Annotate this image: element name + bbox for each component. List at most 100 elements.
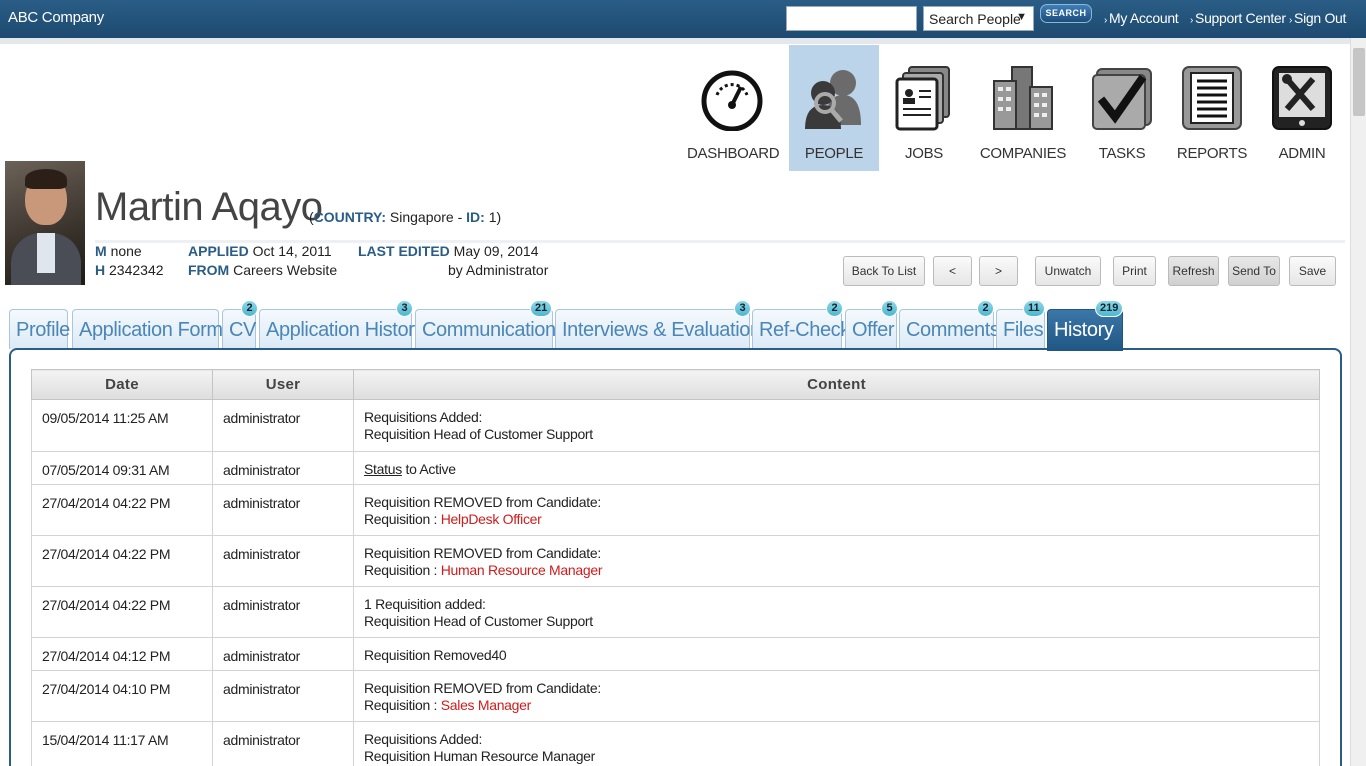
module-companies[interactable]: COMPANIES — [978, 45, 1068, 171]
sign-out-label: Sign Out — [1294, 10, 1347, 26]
tab-application-history[interactable]: Application History — [259, 309, 424, 349]
cell-date: 27/04/2014 04:12 PM — [31, 637, 213, 671]
id-label: ID: — [466, 209, 485, 225]
module-label: DASHBOARD — [687, 145, 780, 162]
cell-content: 1 Requisition added: Requisition Head of … — [353, 586, 1320, 638]
print-button[interactable]: Print — [1113, 256, 1156, 286]
content-line: Requisitions Added: — [364, 731, 483, 747]
requisition-link[interactable]: Sales Manager — [441, 697, 532, 713]
table-row: 07/05/2014 09:31 AM administrator Status… — [31, 451, 1320, 485]
status-field-link[interactable]: Status — [364, 461, 402, 477]
module-admin[interactable]: ADMIN — [1257, 45, 1347, 171]
search-scope-select[interactable]: Search People ▼ — [923, 6, 1034, 31]
table-row: 27/04/2014 04:22 PM administrator Requis… — [31, 484, 1320, 536]
column-header-user[interactable]: User — [212, 369, 354, 400]
applied-value: Oct 14, 2011 — [252, 243, 332, 259]
cell-user: administrator — [212, 670, 354, 722]
cell-date: 27/04/2014 04:22 PM — [31, 586, 213, 638]
tab-badge-offer: 5 — [881, 300, 898, 317]
cell-content: Status to Active — [353, 451, 1320, 485]
source-info: FROM Careers Website — [188, 262, 337, 278]
tab-profile[interactable]: Profile — [9, 309, 70, 349]
cell-content: Requisition REMOVED from Candidate: Requi… — [353, 535, 1320, 587]
requisition-link[interactable]: Human Resource Manager — [441, 562, 603, 578]
content-line: Requisition Removed40 — [364, 647, 507, 663]
cell-content: Requisition REMOVED from Candidate: Requi… — [353, 484, 1320, 536]
reports-document-icon — [1182, 66, 1242, 130]
sign-out-link[interactable]: › Sign Out — [1289, 10, 1346, 26]
dashboard-gauge-icon — [701, 70, 763, 131]
cell-date: 27/04/2014 04:22 PM — [31, 484, 213, 536]
table-row: 27/04/2014 04:10 PM administrator Requis… — [31, 670, 1320, 722]
cell-date: 07/05/2014 09:31 AM — [31, 451, 213, 485]
cell-user: administrator — [212, 637, 354, 671]
table-row: 27/04/2014 04:22 PM administrator 1 Requ… — [31, 586, 1320, 638]
companies-buildings-icon — [993, 66, 1053, 130]
applied-info: APPLIED Oct 14, 2011 — [188, 243, 332, 259]
from-label: FROM — [188, 262, 230, 278]
send-to-button[interactable]: Send To — [1228, 256, 1280, 286]
search-button[interactable]: SEARCH — [1040, 4, 1092, 23]
content-line: 1 Requisition added: — [364, 596, 486, 612]
cell-content: Requisition Removed40 — [353, 637, 1320, 671]
cell-content: Requisition REMOVED from Candidate: Requi… — [353, 670, 1320, 722]
table-row: 15/04/2014 11:17 AM administrator Requis… — [31, 721, 1320, 766]
edited-by: by Administrator — [448, 262, 549, 278]
refresh-button[interactable]: Refresh — [1168, 256, 1219, 286]
caret-icon: › — [1190, 15, 1194, 26]
country-value: Singapore — [389, 209, 454, 225]
table-row: 27/04/2014 04:22 PM administrator Requis… — [31, 535, 1320, 587]
module-dashboard[interactable]: DASHBOARD — [687, 45, 780, 171]
tab-application-forms[interactable]: Application Forms — [72, 309, 233, 349]
column-header-date[interactable]: Date — [31, 369, 213, 400]
support-center-label: Support Center — [1195, 10, 1286, 26]
top-bar-shadow — [0, 38, 1350, 44]
module-label: ADMIN — [1278, 145, 1326, 162]
module-label: REPORTS — [1176, 145, 1248, 162]
content-line: Requisition : — [364, 697, 441, 713]
home-value: 2342342 — [109, 262, 164, 278]
my-account-link[interactable]: › My Account — [1104, 10, 1179, 26]
unwatch-button[interactable]: Unwatch — [1035, 256, 1101, 286]
column-header-content[interactable]: Content — [353, 369, 1320, 400]
next-button[interactable]: > — [979, 256, 1018, 286]
requisition-link[interactable]: HelpDesk Officer — [441, 511, 542, 527]
content-line: Requisition REMOVED from Candidate: — [364, 545, 601, 561]
cell-user: administrator — [212, 399, 354, 452]
previous-button[interactable]: < — [933, 256, 972, 286]
table-row: 27/04/2014 04:12 PM administrator Requis… — [31, 637, 1320, 671]
content-line: Requisition : — [364, 562, 441, 578]
cell-user: administrator — [212, 535, 354, 587]
content-line: Requisitions Added: — [364, 409, 483, 425]
module-people[interactable]: PEOPLE — [789, 45, 879, 171]
tab-interviews-evaluations[interactable]: Interviews & Evaluations — [555, 309, 771, 349]
country-label: COUNTRY: — [313, 209, 386, 225]
people-icon — [805, 70, 861, 129]
table-row: 09/05/2014 11:25 AM administrator Requis… — [31, 399, 1320, 452]
home-label: H — [95, 262, 106, 278]
candidate-photo — [5, 161, 85, 285]
page-scrollbar[interactable] — [1350, 38, 1366, 766]
cell-user: administrator — [212, 586, 354, 638]
scrollbar-thumb[interactable] — [1353, 48, 1365, 116]
search-input[interactable] — [786, 6, 917, 31]
company-name[interactable]: ABC Company — [8, 9, 104, 26]
module-tasks[interactable]: TASKS — [1077, 45, 1167, 171]
module-reports[interactable]: REPORTS — [1167, 45, 1257, 171]
dropdown-arrow-icon: ▼ — [1016, 11, 1027, 23]
tab-badge-files: 11 — [1023, 300, 1045, 317]
module-label: COMPANIES — [979, 145, 1067, 162]
support-center-link[interactable]: › Support Center — [1190, 10, 1286, 26]
cell-user: administrator — [212, 484, 354, 536]
last-edited-info: LAST EDITED May 09, 2014 — [358, 243, 539, 259]
back-to-list-button[interactable]: Back To List — [843, 256, 925, 286]
from-value: Careers Website — [233, 262, 338, 278]
cell-user: administrator — [212, 451, 354, 485]
save-button[interactable]: Save — [1289, 256, 1336, 286]
tab-badge-ref-check: 2 — [826, 300, 843, 317]
applied-label: APPLIED — [188, 243, 249, 259]
candidate-country-id: (COUNTRY: Singapore - ID: 1) — [309, 209, 502, 225]
module-jobs[interactable]: JOBS — [879, 45, 969, 171]
cell-content: Requisitions Added: Requisition Head of C… — [353, 399, 1320, 452]
tab-badge-history: 219 — [1095, 300, 1124, 317]
